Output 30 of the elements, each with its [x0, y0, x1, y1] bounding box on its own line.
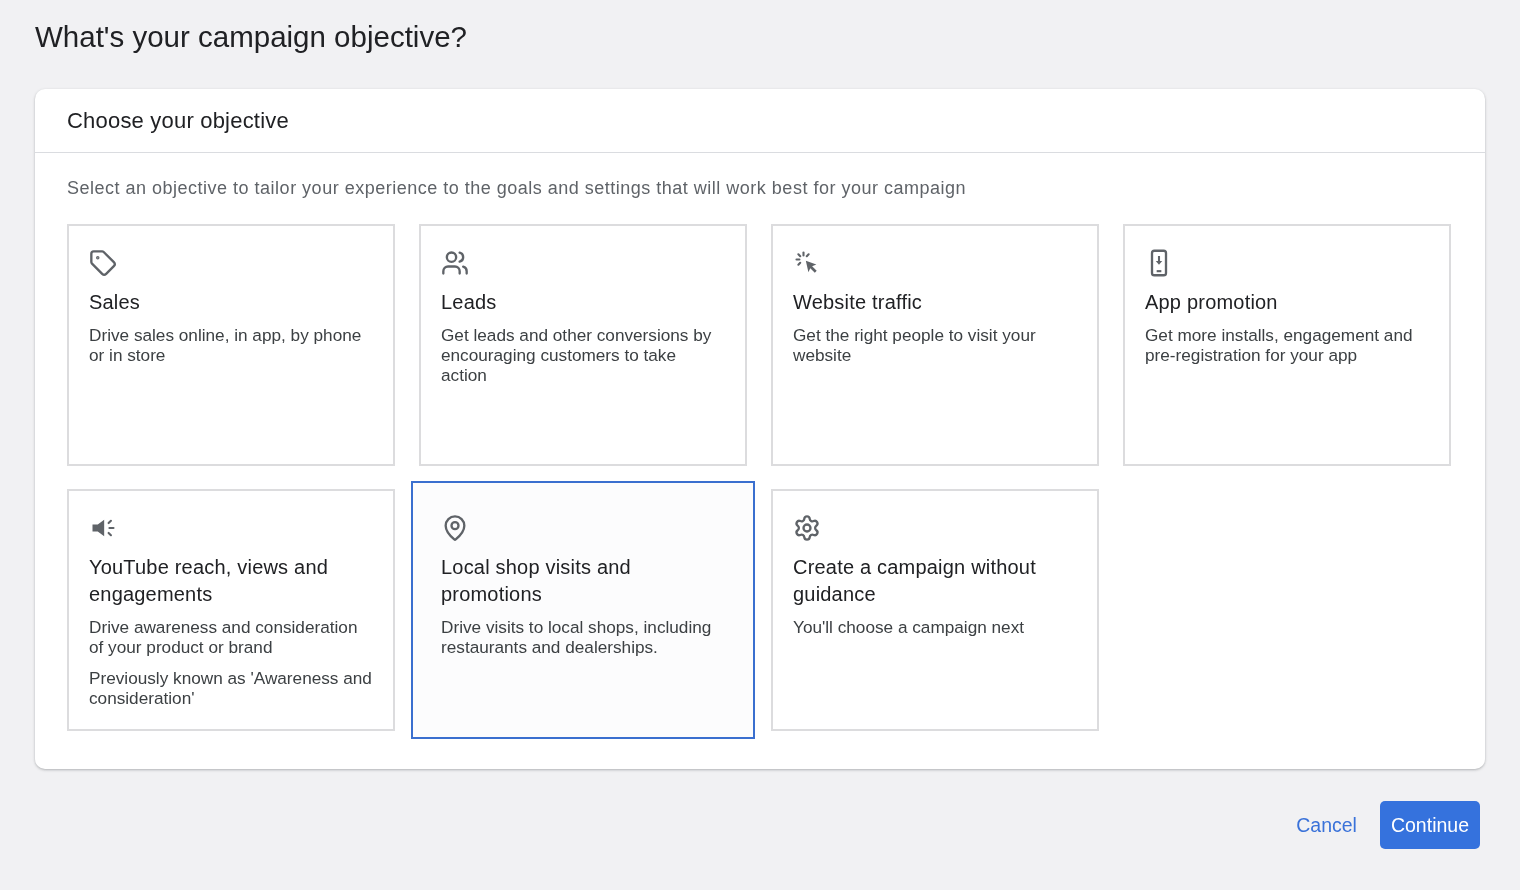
objective-title: Leads: [441, 290, 497, 315]
objective-description: You'll choose a campaign next: [793, 617, 1024, 637]
objective-title: Create a campaign without guidance: [793, 555, 1037, 607]
objective-title: Sales: [89, 290, 141, 315]
objective-card[interactable]: Local shop visits and promotions Drive visits to local shops, including restaurants and dealerships.: [411, 481, 755, 739]
panel-title: Choose your objective: [67, 107, 289, 134]
objective-card[interactable]: Sales Drive sales online, in app, by phone or in store: [67, 224, 395, 466]
objective-description: Get leads and other conversions by encouraging customers to take action: [441, 325, 713, 385]
objective-card[interactable]: Website traffic Get the right people to visit your website: [771, 224, 1099, 466]
cancel-button[interactable]: Cancel: [1281, 801, 1372, 849]
objective-title: Local shop visits and promotions: [441, 555, 632, 607]
people-icon: [441, 249, 469, 277]
panel-subtitle: Select an objective to tailor your experience to the goals and settings that will work best for your campaign: [67, 177, 966, 200]
objective-description: Drive awareness and consideration of your product or brand: [89, 617, 359, 657]
objective-description: Get more installs, engagement and pre-registration for your app: [1145, 325, 1414, 365]
objective-title: YouTube reach, views and engagements: [89, 555, 330, 607]
objective-description: Drive sales online, in app, by phone or in store: [89, 325, 363, 365]
objective-title: App promotion: [1145, 290, 1278, 315]
objective-description: Drive visits to local shops, including restaurants and dealerships.: [441, 617, 713, 657]
objective-description: Previously known as 'Awareness and consideration': [89, 668, 373, 708]
settings-icon: [793, 514, 821, 542]
objective-title: Website traffic: [793, 290, 922, 315]
objective-description: Get the right people to visit your website: [793, 325, 1037, 365]
page-title: What's your campaign objective?: [35, 19, 467, 55]
objective-card[interactable]: Create a campaign without guidance You'll choose a campaign next: [771, 489, 1099, 731]
objective-card[interactable]: Leads Get leads and other conversions by encouraging customers to take action: [419, 224, 747, 466]
objective-card[interactable]: App promotion Get more installs, engagement and pre-registration for your app: [1123, 224, 1451, 466]
objective-card[interactable]: YouTube reach, views and engagements Drive awareness and consideration of your product or brand Previously known as 'Awareness and consideration': [67, 489, 395, 731]
continue-button[interactable]: Continue: [1379, 801, 1480, 849]
tag-icon: [89, 249, 117, 277]
